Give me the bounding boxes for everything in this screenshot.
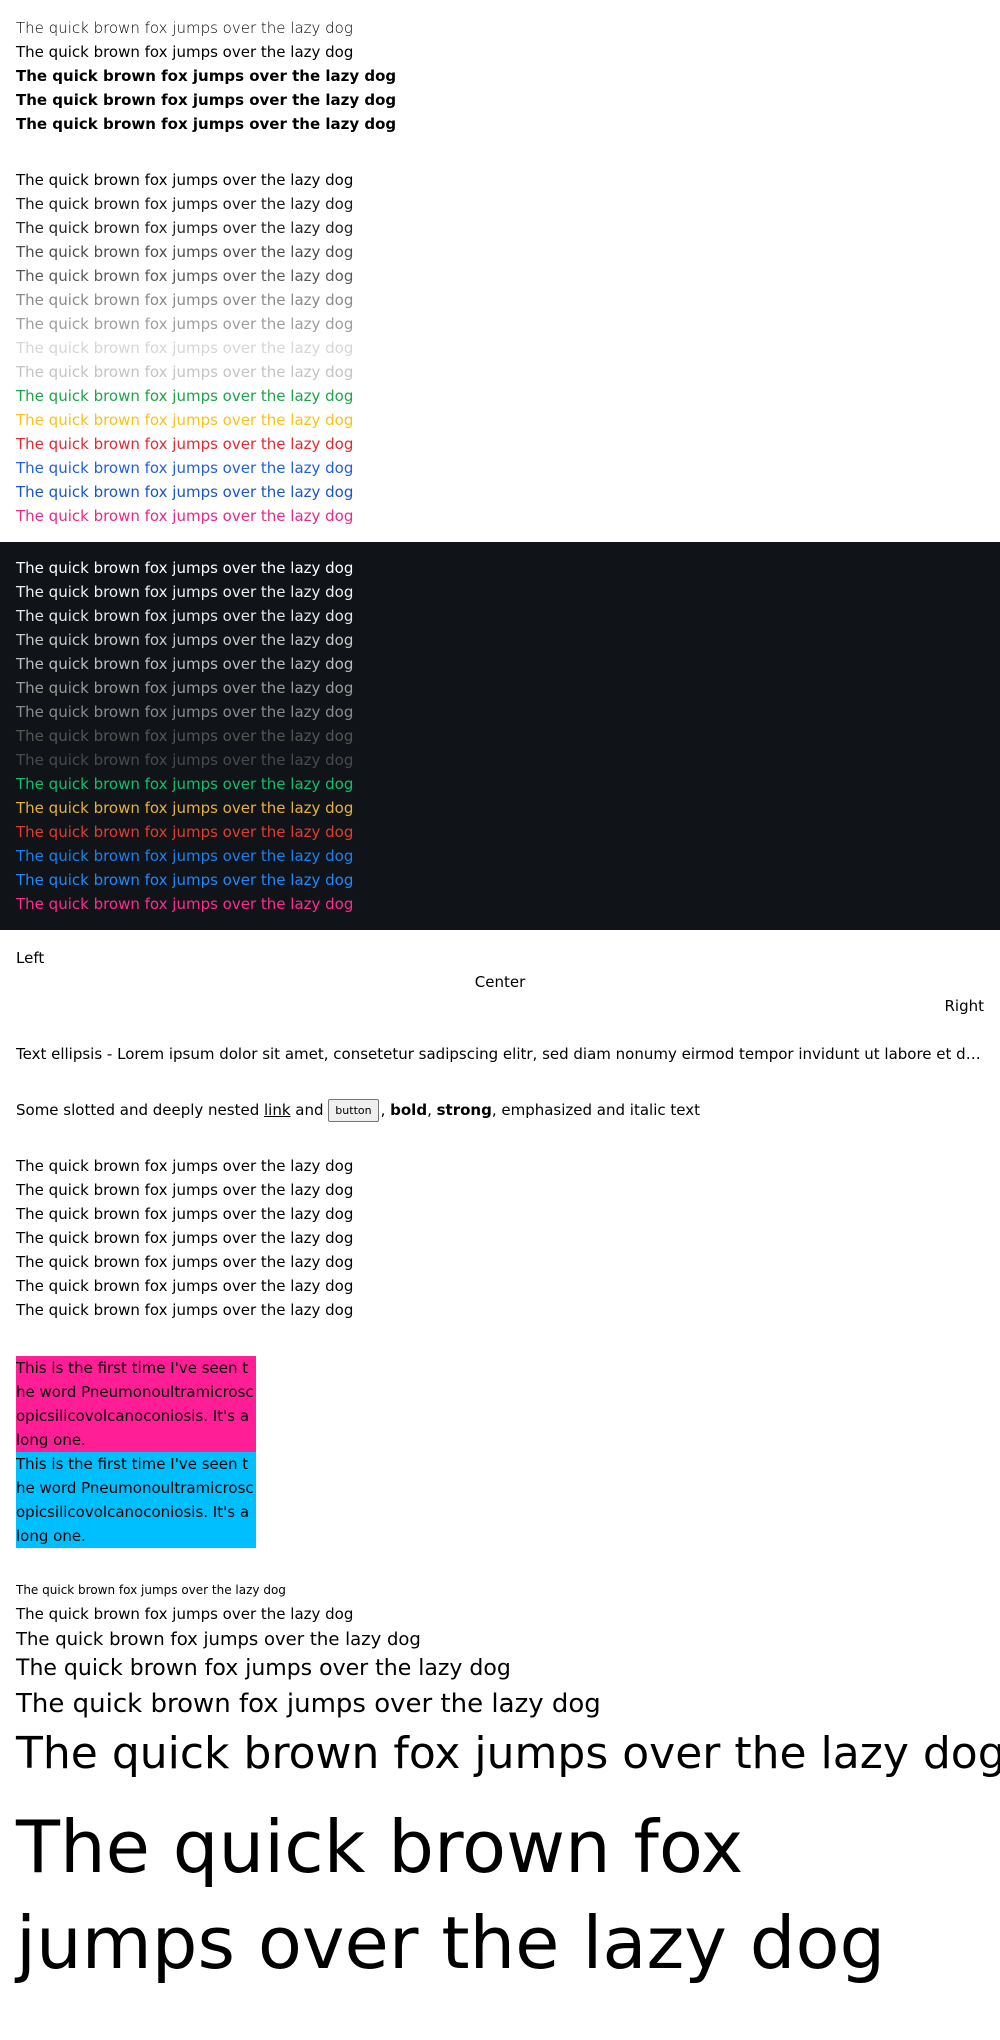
text-color-dark: The quick brown fox jumps over the lazy … bbox=[16, 559, 354, 577]
text-color-light-link: The quick brown fox jumps over the lazy … bbox=[16, 483, 354, 501]
text-color-light-info: The quick brown fox jumps over the lazy … bbox=[16, 459, 354, 477]
plain-line: The quick brown fox jumps over the lazy … bbox=[16, 1229, 354, 1247]
text-size-xxxl: The quick brown fox jumps over the lazy … bbox=[16, 1805, 886, 1985]
slotted-comma-2: , bbox=[427, 1101, 437, 1119]
text-weight-extrabold: The quick brown fox jumps over the lazy … bbox=[16, 115, 397, 133]
ellipsis-text: Text ellipsis - Lorem ipsum dolor sit am… bbox=[16, 1045, 984, 1063]
text-weight-bold: The quick brown fox jumps over the lazy … bbox=[16, 91, 397, 109]
text-color-dark-warning: The quick brown fox jumps over the lazy … bbox=[16, 799, 354, 817]
text-size-xxl: The quick brown fox jumps over the lazy … bbox=[16, 1728, 1000, 1779]
text-weight-semibold: The quick brown fox jumps over the lazy … bbox=[16, 67, 397, 85]
text-size-xs: The quick brown fox jumps over the lazy … bbox=[16, 1583, 286, 1597]
slotted-suffix: , emphasized and italic text bbox=[491, 1101, 700, 1119]
slotted-link[interactable]: link bbox=[264, 1101, 291, 1119]
hyphen-box-blue: This is the first time I've seen the wor… bbox=[16, 1452, 256, 1548]
align-left-text: Left bbox=[16, 949, 45, 967]
plain-line: The quick brown fox jumps over the lazy … bbox=[16, 1181, 354, 1199]
plain-line: The quick brown fox jumps over the lazy … bbox=[16, 1277, 354, 1295]
text-size-lg: The quick brown fox jumps over the lazy … bbox=[16, 1656, 511, 1681]
text-color-light: The quick brown fox jumps over the lazy … bbox=[16, 363, 354, 381]
sizes-section: The quick brown fox jumps over the lazy … bbox=[0, 1548, 1000, 1991]
plain-line: The quick brown fox jumps over the lazy … bbox=[16, 1301, 354, 1319]
plain-line: The quick brown fox jumps over the lazy … bbox=[16, 1157, 354, 1175]
text-color-light: The quick brown fox jumps over the lazy … bbox=[16, 195, 354, 213]
text-color-dark: The quick brown fox jumps over the lazy … bbox=[16, 751, 354, 769]
text-color-dark-error: The quick brown fox jumps over the lazy … bbox=[16, 823, 354, 841]
text-color-light: The quick brown fox jumps over the lazy … bbox=[16, 219, 354, 237]
align-right-text: Right bbox=[944, 997, 985, 1015]
text-color-light: The quick brown fox jumps over the lazy … bbox=[16, 291, 354, 309]
text-color-dark: The quick brown fox jumps over the lazy … bbox=[16, 727, 354, 745]
text-color-light: The quick brown fox jumps over the lazy … bbox=[16, 267, 354, 285]
text-weight-thin: The quick brown fox jumps over the lazy … bbox=[16, 19, 353, 37]
text-color-dark-accent: The quick brown fox jumps over the lazy … bbox=[16, 895, 354, 913]
text-color-dark: The quick brown fox jumps over the lazy … bbox=[16, 655, 354, 673]
alignment-section: Left Center Right bbox=[0, 930, 1000, 1018]
text-color-dark-info: The quick brown fox jumps over the lazy … bbox=[16, 847, 354, 865]
dark-colors-section: The quick brown fox jumps over the lazy … bbox=[0, 542, 1000, 930]
slotted-paragraph: Some slotted and deeply nested link and … bbox=[16, 1096, 984, 1124]
text-color-light-accent: The quick brown fox jumps over the lazy … bbox=[16, 507, 354, 525]
plain-lines-section: The quick brown fox jumps over the lazy … bbox=[0, 1124, 1000, 1322]
text-color-dark: The quick brown fox jumps over the lazy … bbox=[16, 703, 354, 721]
text-color-light: The quick brown fox jumps over the lazy … bbox=[16, 315, 354, 333]
text-color-dark: The quick brown fox jumps over the lazy … bbox=[16, 679, 354, 697]
slotted-bold: bold bbox=[390, 1101, 428, 1119]
ellipsis-section: Text ellipsis - Lorem ipsum dolor sit am… bbox=[0, 1018, 1000, 1066]
text-color-light-error: The quick brown fox jumps over the lazy … bbox=[16, 435, 354, 453]
slotted-section: Some slotted and deeply nested link and … bbox=[0, 1066, 1000, 1124]
text-color-dark-link: The quick brown fox jumps over the lazy … bbox=[16, 871, 354, 889]
text-size-xl: The quick brown fox jumps over the lazy … bbox=[16, 1689, 601, 1719]
plain-line: The quick brown fox jumps over the lazy … bbox=[16, 1205, 354, 1223]
text-size-md: The quick brown fox jumps over the lazy … bbox=[16, 1629, 421, 1650]
text-size-sm: The quick brown fox jumps over the lazy … bbox=[16, 1605, 354, 1623]
slotted-and: and bbox=[290, 1101, 329, 1119]
text-color-dark: The quick brown fox jumps over the lazy … bbox=[16, 583, 354, 601]
align-center-text: Center bbox=[474, 973, 526, 991]
slotted-prefix: Some slotted and deeply nested bbox=[16, 1101, 264, 1119]
text-color-dark-success: The quick brown fox jumps over the lazy … bbox=[16, 775, 354, 793]
text-color-light-warning: The quick brown fox jumps over the lazy … bbox=[16, 411, 354, 429]
plain-line: The quick brown fox jumps over the lazy … bbox=[16, 1253, 354, 1271]
hyphenation-section: This is the first time I've seen the wor… bbox=[0, 1322, 1000, 1548]
text-color-dark: The quick brown fox jumps over the lazy … bbox=[16, 631, 354, 649]
slotted-strong: strong bbox=[436, 1101, 492, 1119]
text-color-light: The quick brown fox jumps over the lazy … bbox=[16, 243, 354, 261]
text-color-light-success: The quick brown fox jumps over the lazy … bbox=[16, 387, 354, 405]
light-colors-section: The quick brown fox jumps over the lazy … bbox=[0, 152, 1000, 542]
hyphen-box-pink: This is the first time I've seen the wor… bbox=[16, 1356, 256, 1452]
slotted-button[interactable]: button bbox=[328, 1099, 379, 1122]
text-weight-regular: The quick brown fox jumps over the lazy … bbox=[16, 43, 354, 61]
text-color-light: The quick brown fox jumps over the lazy … bbox=[16, 171, 354, 189]
text-color-light: The quick brown fox jumps over the lazy … bbox=[16, 339, 354, 357]
weights-section: The quick brown fox jumps over the lazy … bbox=[0, 0, 1000, 152]
text-color-dark: The quick brown fox jumps over the lazy … bbox=[16, 607, 354, 625]
slotted-comma-1: , bbox=[380, 1101, 391, 1119]
